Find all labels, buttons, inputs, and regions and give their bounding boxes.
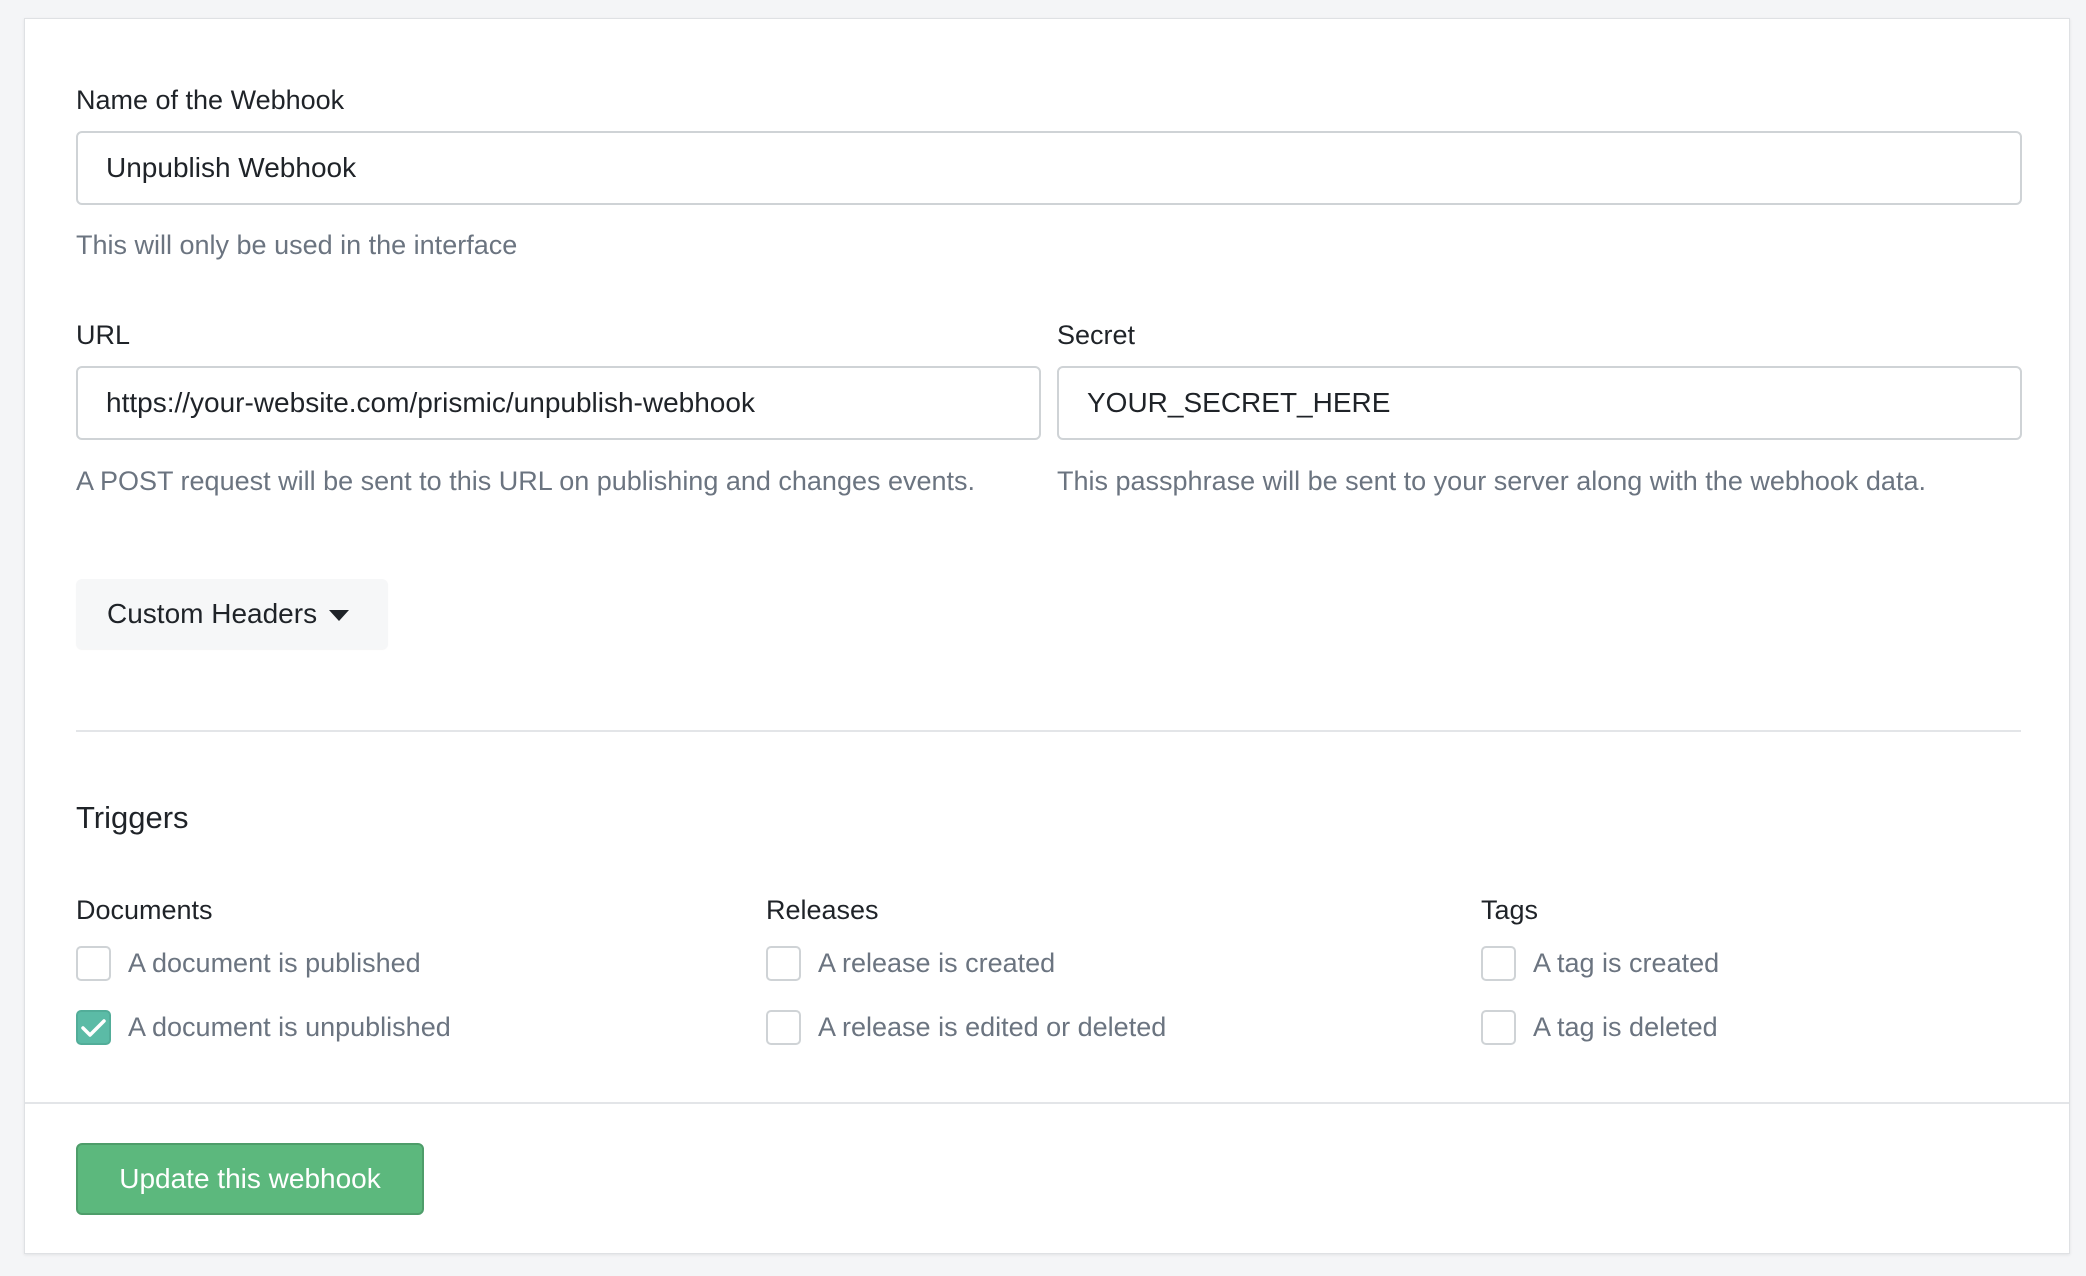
trigger-label: A document is published — [128, 948, 421, 978]
trigger-release-edited-deleted[interactable]: A release is edited or deleted — [766, 1010, 1166, 1045]
checkbox-tag-deleted[interactable] — [1481, 1010, 1516, 1045]
checkbox-tag-created[interactable] — [1481, 946, 1516, 981]
update-webhook-button[interactable]: Update this webhook — [76, 1143, 424, 1215]
custom-headers-dropdown-button[interactable]: Custom Headers — [76, 579, 388, 649]
trigger-label: A tag is deleted — [1533, 1012, 1718, 1042]
webhook-name-input[interactable] — [76, 131, 2022, 205]
checkbox-release-created[interactable] — [766, 946, 801, 981]
custom-headers-label: Custom Headers — [107, 598, 318, 629]
webhook-form-card: Name of the Webhook This will only be us… — [24, 18, 2070, 1254]
trigger-document-published[interactable]: A document is published — [76, 946, 421, 981]
secret-input[interactable] — [1057, 366, 2022, 440]
triggers-heading: Triggers — [76, 800, 189, 835]
trigger-label: A document is unpublished — [128, 1012, 451, 1042]
caret-down-icon — [329, 609, 350, 621]
url-field-help: A POST request will be sent to this URL … — [76, 466, 976, 496]
trigger-tag-created[interactable]: A tag is created — [1481, 946, 1719, 981]
checkmark-icon — [81, 1018, 106, 1037]
secret-field-help: This passphrase will be sent to your ser… — [1057, 466, 1926, 496]
checkbox-release-edited-deleted[interactable] — [766, 1010, 801, 1045]
trigger-tag-deleted[interactable]: A tag is deleted — [1481, 1010, 1718, 1045]
trigger-group-tags-title: Tags — [1481, 895, 1539, 925]
trigger-label: A tag is created — [1533, 948, 1720, 978]
trigger-group-releases-title: Releases — [766, 895, 879, 925]
name-field-help: This will only be used in the interface — [76, 230, 518, 260]
trigger-label: A release is created — [818, 948, 1056, 978]
url-input[interactable] — [76, 366, 1041, 440]
footer-divider — [25, 1102, 2069, 1104]
trigger-label: A release is edited or deleted — [818, 1012, 1167, 1042]
secret-field-label: Secret — [1057, 320, 1136, 350]
checkbox-document-unpublished[interactable] — [76, 1010, 111, 1045]
trigger-document-unpublished[interactable]: A document is unpublished — [76, 1010, 451, 1045]
trigger-release-created[interactable]: A release is created — [766, 946, 1055, 981]
checkbox-document-published[interactable] — [76, 946, 111, 981]
url-field-label: URL — [76, 320, 131, 350]
name-field-label: Name of the Webhook — [76, 85, 345, 115]
section-divider — [76, 730, 2021, 732]
trigger-group-documents-title: Documents — [76, 895, 213, 925]
